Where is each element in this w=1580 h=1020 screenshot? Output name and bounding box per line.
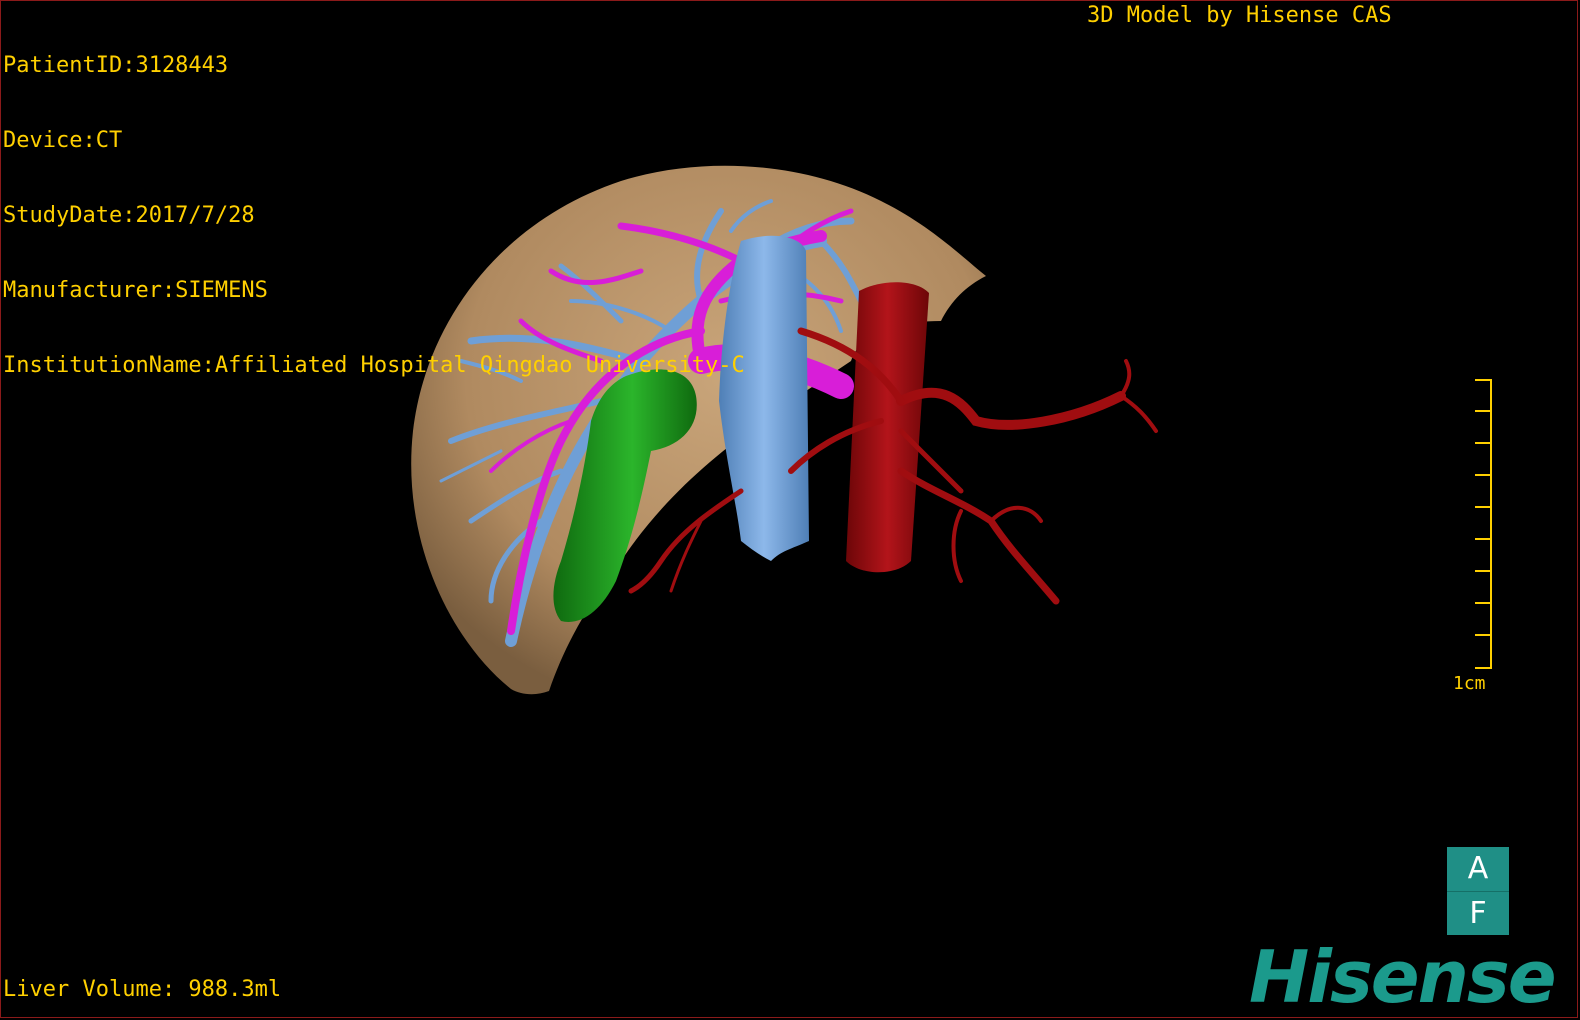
orientation-face-foot[interactable]: F bbox=[1447, 891, 1509, 936]
liver-volume-readout: Liver Volume: 988.3ml bbox=[3, 977, 282, 1002]
study-date: StudyDate:2017/7/28 bbox=[3, 203, 255, 228]
patient-info-overlay: PatientID:3128443 Device:CT StudyDate:20… bbox=[3, 3, 745, 428]
scale-bar bbox=[1475, 379, 1492, 669]
institution-name: InstitutionName:Affiliated Hospital Qing… bbox=[3, 353, 745, 378]
manufacturer: Manufacturer:SIEMENS bbox=[3, 278, 268, 303]
device: Device:CT bbox=[3, 128, 123, 153]
scale-bar-label: 1cm bbox=[1453, 673, 1486, 694]
hisense-logo: Hisense bbox=[1249, 935, 1557, 1018]
patient-id: PatientID:3128443 bbox=[3, 53, 229, 78]
orientation-cube[interactable]: A F bbox=[1447, 847, 1509, 935]
orientation-face-anterior[interactable]: A bbox=[1447, 847, 1509, 891]
model-credit: 3D Model by Hisense CAS bbox=[1087, 3, 1392, 28]
viewer-frame: PatientID:3128443 Device:CT StudyDate:20… bbox=[0, 0, 1578, 1018]
